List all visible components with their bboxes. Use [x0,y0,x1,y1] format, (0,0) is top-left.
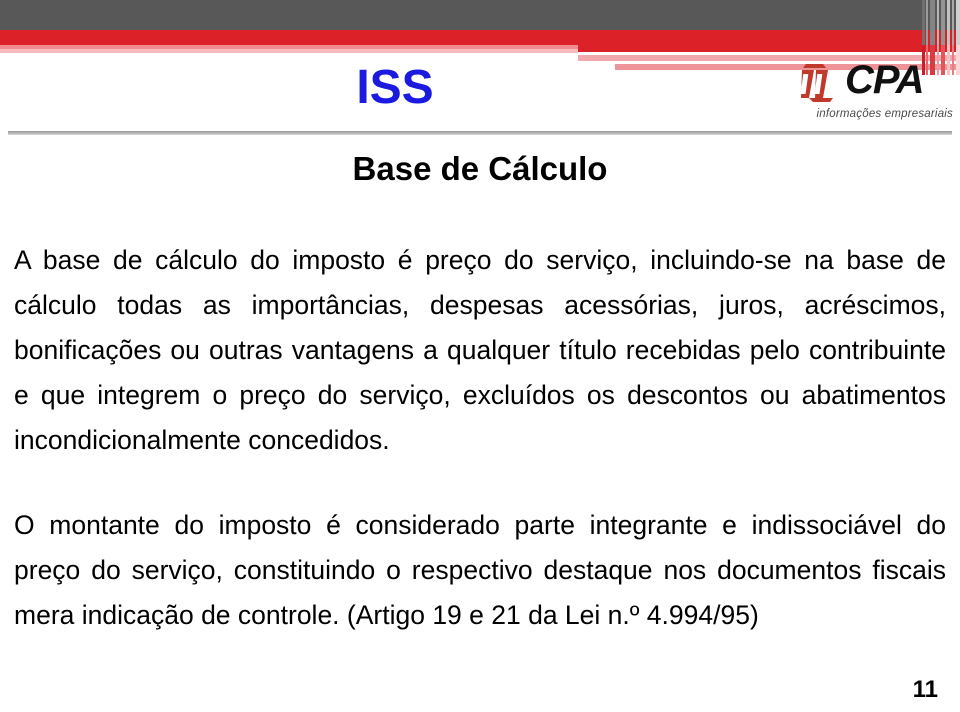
cpa-tagline: informações empresariais [816,108,953,120]
header-stripe-gray [930,0,935,45]
header-pink-band-lower [0,49,578,53]
header-gray-band [0,0,960,30]
cpa-wordmark: CPA [845,58,924,102]
body-paragraph-1: A base de cálculo do imposto é preço do … [14,245,946,455]
slide-root: ISS CPA informações empresariais Base de… [0,0,960,712]
header-stripe-gray [926,0,928,45]
header-accent-bar-1 [578,45,960,52]
header-stripe-gray [941,0,945,45]
page-number: 11 [912,676,938,703]
cpa-bracket-icon [800,64,833,102]
body-paragraph-2: O montante do imposto é considerado part… [14,510,946,630]
body-content: A base de cálculo do imposto é preço do … [14,238,946,638]
page-title: ISS [356,61,434,114]
slide-subtitle: Base de Cálculo [352,150,608,187]
header-stripe-gray [956,0,960,45]
cpa-logo: CPA informações empresariais [795,60,953,128]
header-stripe-gray [952,0,954,45]
header-stripe-red [956,45,960,75]
header-stripe-gray [922,0,925,45]
header-stripe-gray [937,0,939,45]
header-divider-line [8,131,952,135]
header-stripe-gray [947,0,950,45]
header-red-band [0,30,960,45]
